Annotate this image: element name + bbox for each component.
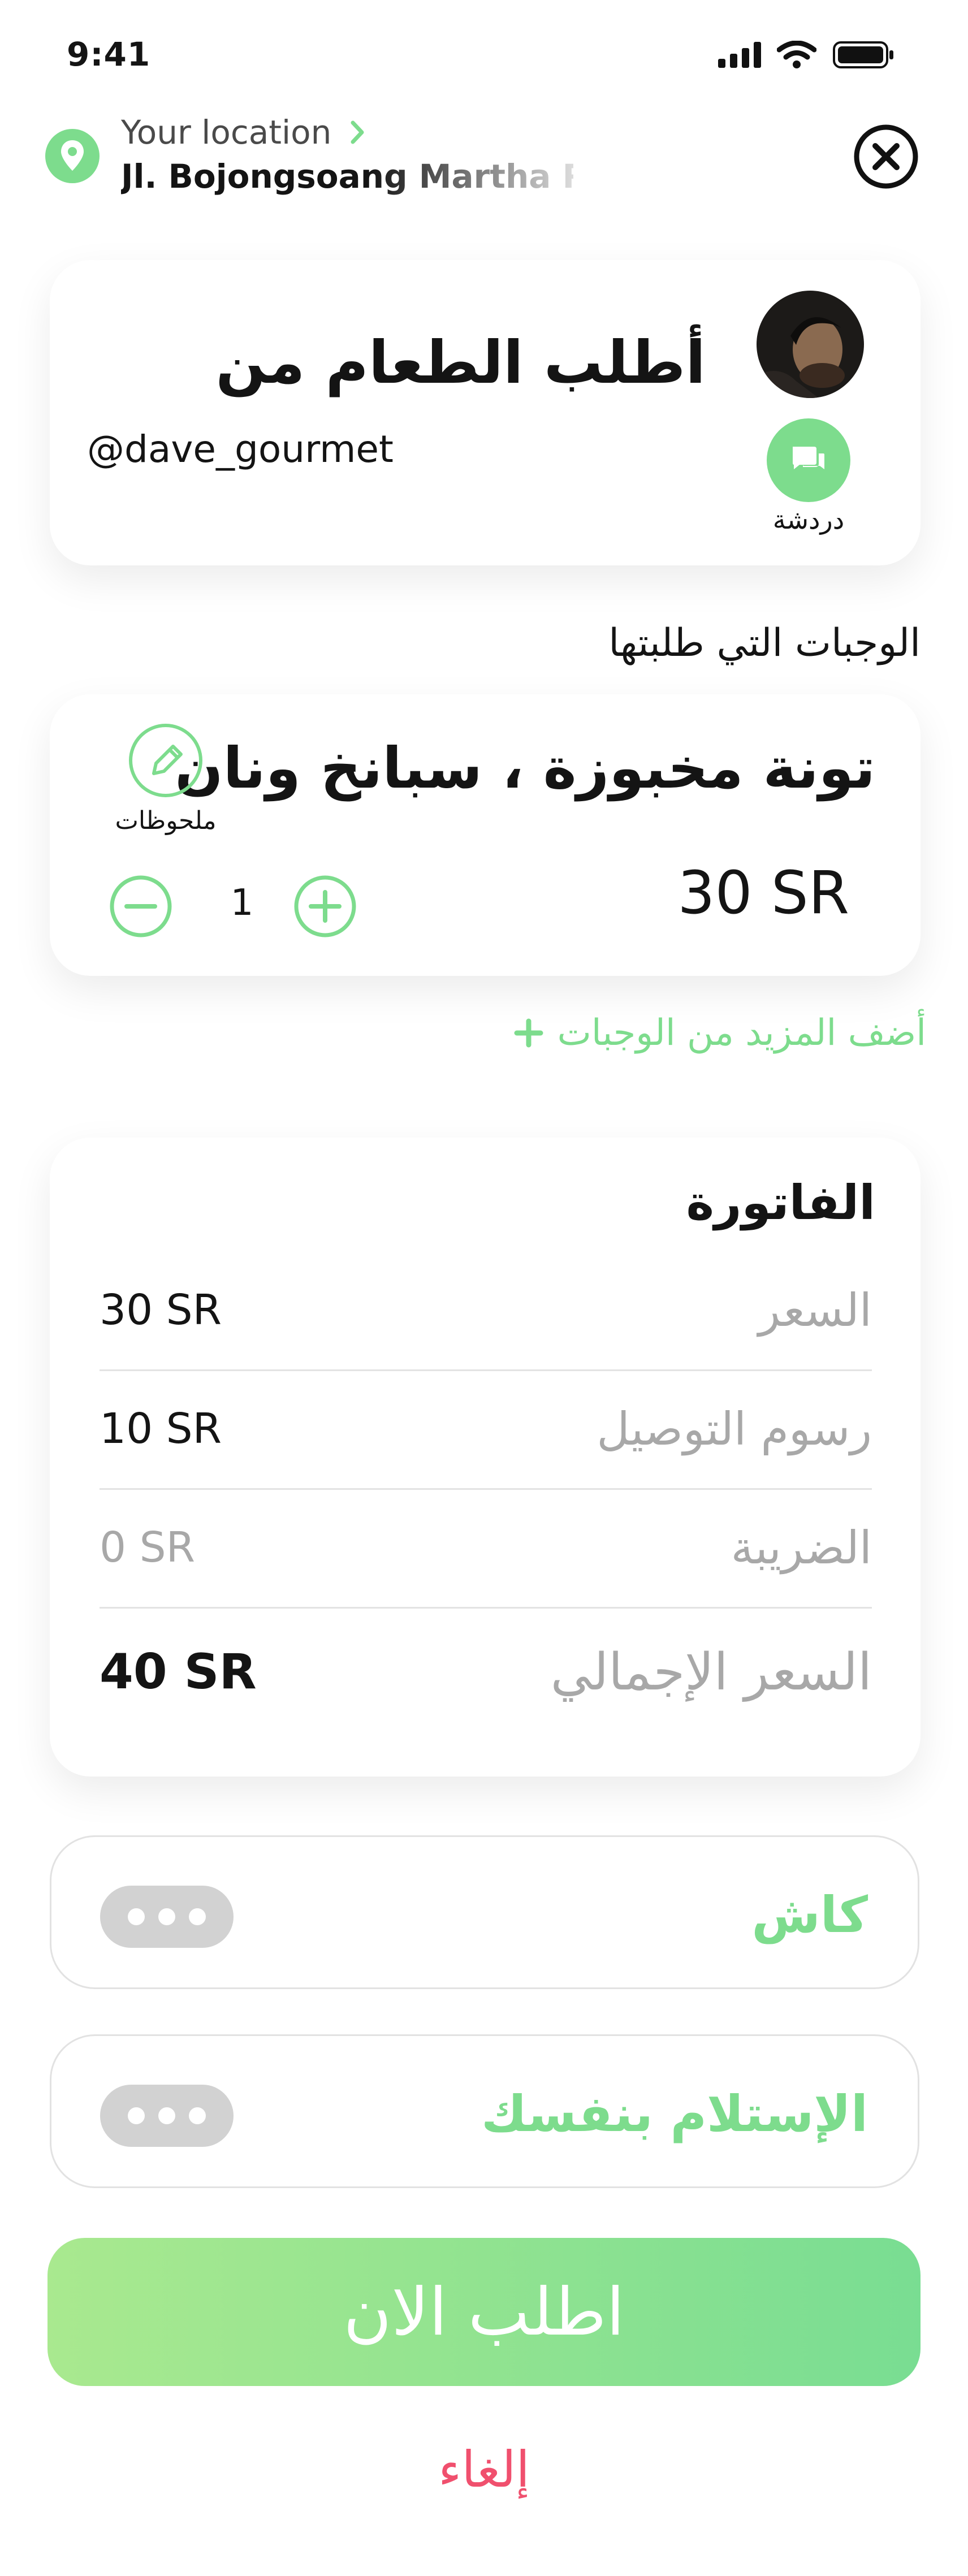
avatar[interactable] [757,291,864,398]
chat-bubbles-icon [793,447,824,469]
add-more-meals-text: أضف المزيد من الوجبات [557,1012,926,1054]
delivery-method-option[interactable]: الإستلام بنفسك [50,2034,919,2188]
invoice-value: 0 SR [100,1523,195,1572]
avatar-image [757,291,864,398]
add-more-meals-link[interactable]: أضف المزيد من الوجبات [513,1012,926,1054]
chat-button[interactable] [767,418,850,502]
cellular-signal-icon [718,42,761,68]
meals-section-title: الوجبات التي طلبتها [608,621,921,665]
chef-handle[interactable]: @dave_gourmet [87,427,394,471]
payment-method-option[interactable]: كاش [50,1835,919,1989]
chef-title: أطلب الطعام من [215,328,706,397]
invoice-row-price: 30 SR السعر [100,1251,872,1371]
meal-price: 30 SR [677,858,849,927]
pencil-icon[interactable] [127,721,205,799]
chef-card: أطلب الطعام من @dave_gourmet دردشة [50,260,921,565]
chevron-right-icon [351,120,364,144]
plus-icon [514,1018,543,1048]
invoice-title: الفاتورة [686,1175,875,1230]
invoice-value: 30 SR [100,1286,222,1334]
invoice-total-value: 40 SR [100,1644,257,1700]
plus-circle-icon[interactable] [293,874,357,939]
battery-icon [833,41,893,68]
invoice-card: الفاتورة 30 SR السعر 10 SR رسوم التوصيل … [50,1138,921,1777]
invoice-row-delivery: 10 SR رسوم التوصيل [100,1369,872,1490]
close-icon[interactable] [853,123,919,190]
notes-label: ملحوظات [115,806,217,835]
invoice-value: 10 SR [100,1404,222,1453]
location-address[interactable]: Jl. Bojongsoang Martha Regency [121,157,573,196]
minus-circle-icon[interactable] [109,874,173,939]
order-now-button[interactable]: اطلب الان [47,2238,921,2386]
more-dots-icon[interactable] [100,1886,234,1948]
status-time: 9:41 [67,35,151,74]
more-dots-icon[interactable] [100,2085,234,2147]
map-pin-icon[interactable] [45,129,100,183]
status-icons [718,41,894,69]
payment-method-label: كاش [751,1886,868,1944]
invoice-label: السعر [758,1283,872,1337]
location-label-text: Your location [121,113,332,152]
invoice-total-label: السعر الإجمالي [550,1642,872,1702]
chat-label: دردشة [772,504,845,535]
invoice-label: الضريبة [731,1521,872,1574]
invoice-label: رسوم التوصيل [597,1402,872,1455]
cancel-button[interactable]: إلغاء [371,2440,597,2499]
quantity-value: 1 [230,882,254,924]
location-label[interactable]: Your location [121,113,365,152]
invoice-row-total: 40 SR السعر الإجمالي [100,1613,872,1731]
wifi-icon [777,41,816,68]
meal-card: تونة مخبوزة ، سبانخ ونان 30 SR ملحوظات 1 [50,694,921,976]
delivery-method-label: الإستلام بنفسك [481,2085,868,2143]
invoice-row-tax: 0 SR الضريبة [100,1488,872,1609]
meal-name: تونة مخبوزة ، سبانخ ونان [175,735,875,801]
